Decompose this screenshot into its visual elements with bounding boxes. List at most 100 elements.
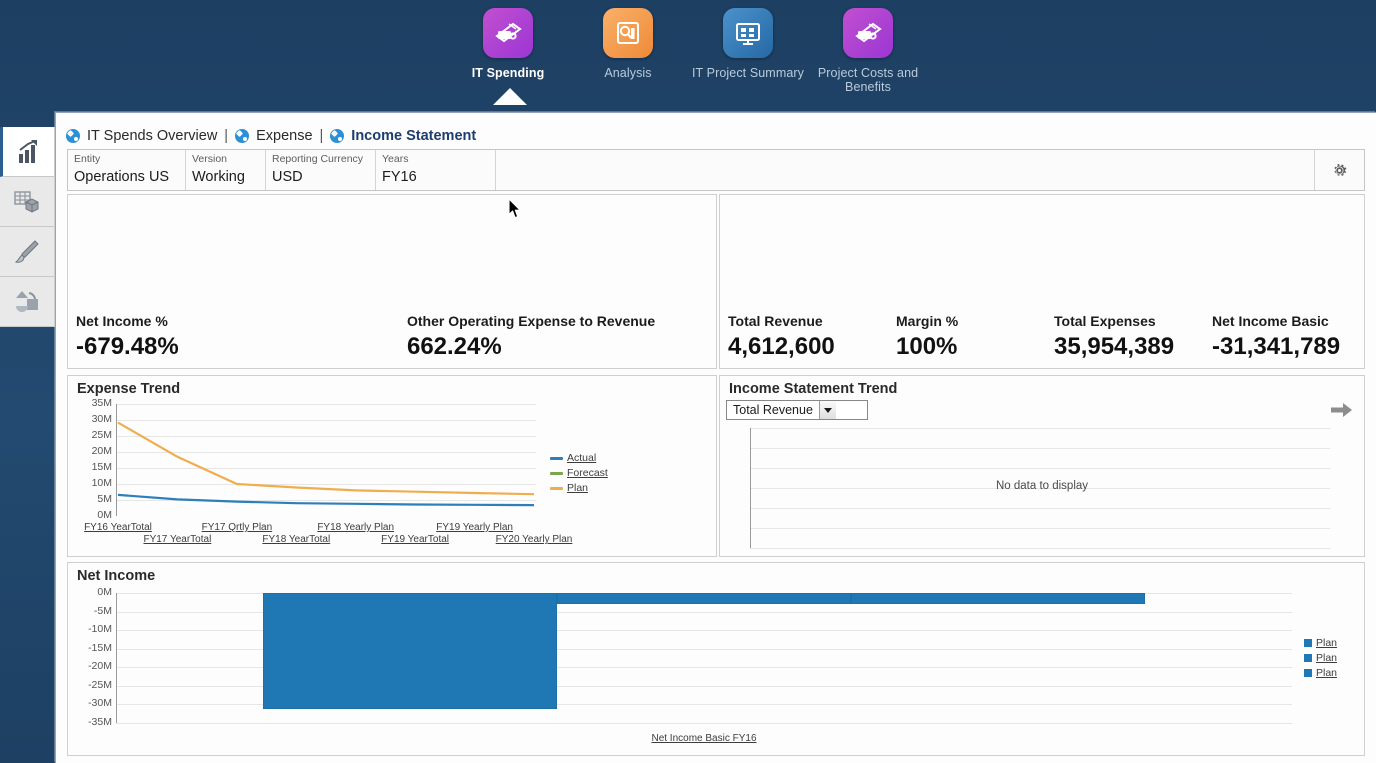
data-cube-icon[interactable] bbox=[0, 177, 55, 227]
left-toolbar bbox=[0, 127, 55, 327]
kpi-title: Net Income Basic bbox=[1212, 312, 1364, 330]
kpi-title: Total Revenue bbox=[728, 312, 896, 330]
pov-field-version[interactable]: Version Working bbox=[186, 150, 266, 190]
kpi-value: 35,954,389 bbox=[1054, 330, 1212, 364]
measure-select-value: Total Revenue bbox=[727, 401, 819, 419]
x-axis-tick-label[interactable]: FY19 Yearly Plan bbox=[429, 522, 521, 533]
pov-label: Years bbox=[382, 153, 487, 166]
pov-value: Working bbox=[192, 167, 257, 187]
breadcrumb-separator: | bbox=[320, 128, 324, 144]
x-axis-tick-label[interactable]: FY17 YearTotal bbox=[131, 534, 223, 545]
x-axis-label[interactable]: Net Income Basic FY16 bbox=[116, 733, 1292, 744]
y-axis-tick-label: 10M bbox=[72, 478, 112, 489]
y-axis-tick-label: 25M bbox=[72, 430, 112, 441]
bar-0[interactable] bbox=[263, 593, 557, 709]
y-axis-tick-label: 5M bbox=[72, 494, 112, 505]
kpi-tile-right: Total Revenue 4,612,600 Margin % 100% To… bbox=[719, 194, 1365, 369]
legend-item-0[interactable]: Plan bbox=[1304, 637, 1337, 649]
pov-value: FY16 bbox=[382, 167, 487, 187]
kpi-net-income-basic[interactable]: Net Income Basic -31,341,789 bbox=[1212, 312, 1364, 364]
y-axis-tick-label: -25M bbox=[72, 680, 112, 691]
pov-value: Operations US bbox=[74, 167, 177, 187]
panel-title: Net Income bbox=[77, 568, 155, 584]
chevron-down-icon[interactable] bbox=[819, 401, 836, 419]
gridline bbox=[116, 468, 536, 469]
nav-item-it-project-summary[interactable]: IT Project Summary bbox=[688, 8, 808, 80]
legend-item-actual[interactable]: Actual bbox=[550, 452, 608, 464]
breadcrumb-separator: | bbox=[224, 128, 228, 144]
shapes-icon[interactable] bbox=[0, 277, 55, 327]
pie-chart-icon bbox=[66, 129, 80, 143]
bar-2[interactable] bbox=[851, 593, 1145, 604]
nav-item-it-spending[interactable]: IT Spending bbox=[448, 8, 568, 80]
kpi-net-income-pct[interactable]: Net Income % -679.48% bbox=[68, 312, 407, 364]
y-axis-tick-label: -35M bbox=[72, 717, 112, 728]
gridline bbox=[750, 428, 1330, 429]
legend-label: Actual bbox=[567, 452, 596, 464]
chart-magnifier-icon bbox=[603, 8, 653, 58]
breadcrumb-item-expense[interactable]: Expense bbox=[256, 128, 312, 144]
kpi-value: 662.24% bbox=[407, 330, 716, 364]
analytics-icon[interactable] bbox=[0, 127, 55, 177]
nav-item-analysis[interactable]: Analysis bbox=[568, 8, 688, 80]
legend-swatch bbox=[1304, 669, 1312, 677]
nav-label: IT Project Summary bbox=[692, 66, 804, 80]
nav-label: IT Spending bbox=[472, 66, 545, 80]
y-axis-tick-label: -5M bbox=[72, 606, 112, 617]
income-statement-trend-panel: Income Statement Trend Total Revenue No … bbox=[719, 375, 1365, 557]
y-axis-tick-label: -10M bbox=[72, 624, 112, 635]
bar-1[interactable] bbox=[557, 593, 851, 604]
legend-label: Plan bbox=[1316, 667, 1337, 679]
pov-field-reporting-currency[interactable]: Reporting Currency USD bbox=[266, 150, 376, 190]
gear-icon[interactable] bbox=[1314, 150, 1364, 190]
pov-label: Entity bbox=[74, 153, 177, 166]
pov-field-entity[interactable]: Entity Operations US bbox=[68, 150, 186, 190]
x-axis-tick-label[interactable]: FY17 Qrtly Plan bbox=[191, 522, 283, 533]
gridline bbox=[750, 508, 1330, 509]
nav-item-project-costs-and-benefits[interactable]: Project Costs and Benefits bbox=[808, 8, 928, 94]
kpi-value: -679.48% bbox=[76, 330, 407, 364]
y-axis-tick-label: 35M bbox=[72, 398, 112, 409]
measure-select[interactable]: Total Revenue bbox=[726, 400, 868, 420]
x-axis-tick-label[interactable]: FY19 YearTotal bbox=[369, 534, 461, 545]
active-tab-pointer bbox=[493, 88, 527, 105]
pov-field-years[interactable]: Years FY16 bbox=[376, 150, 496, 190]
gridline bbox=[750, 528, 1330, 529]
kpi-other-operating-expense-to-revenue[interactable]: Other Operating Expense to Revenue 662.2… bbox=[407, 312, 716, 364]
kpi-total-revenue[interactable]: Total Revenue 4,612,600 bbox=[720, 312, 896, 364]
y-axis-tick-label: -20M bbox=[72, 661, 112, 672]
pov-label: Reporting Currency bbox=[272, 153, 367, 166]
kpi-margin-pct[interactable]: Margin % 100% bbox=[896, 312, 1054, 364]
legend-item-1[interactable]: Plan bbox=[1304, 652, 1337, 664]
gridline bbox=[116, 436, 536, 437]
legend-swatch bbox=[1304, 654, 1312, 662]
kpi-total-expenses[interactable]: Total Expenses 35,954,389 bbox=[1054, 312, 1212, 364]
pie-chart-icon bbox=[235, 129, 249, 143]
x-axis-tick-label[interactable]: FY20 Yearly Plan bbox=[488, 534, 580, 545]
kpi-value: -31,341,789 bbox=[1212, 330, 1364, 364]
net-income-legend: Plan Plan Plan bbox=[1304, 637, 1337, 679]
y-axis-tick-label: 30M bbox=[72, 414, 112, 425]
brush-icon[interactable] bbox=[0, 227, 55, 277]
x-axis-tick-label[interactable]: FY18 Yearly Plan bbox=[310, 522, 402, 533]
breadcrumb: IT Spends Overview | Expense | Income St… bbox=[66, 128, 476, 144]
x-axis-tick-label[interactable]: FY16 YearTotal bbox=[72, 522, 164, 533]
next-arrow-icon[interactable] bbox=[1331, 402, 1353, 423]
breadcrumb-item-it-spends-overview[interactable]: IT Spends Overview bbox=[87, 128, 217, 144]
top-navigation: IT Spending Analysis IT Project bbox=[0, 0, 1376, 110]
x-axis-tick-label[interactable]: FY18 YearTotal bbox=[250, 534, 342, 545]
nav-label: Analysis bbox=[604, 66, 651, 80]
kpi-row: Total Revenue 4,612,600 Margin % 100% To… bbox=[720, 312, 1364, 364]
legend-item-plan[interactable]: Plan bbox=[550, 482, 608, 494]
card-swipe-icon bbox=[483, 8, 533, 58]
dashboard-window: IT Spends Overview | Expense | Income St… bbox=[55, 112, 1376, 763]
legend-item-2[interactable]: Plan bbox=[1304, 667, 1337, 679]
pov-spacer bbox=[496, 150, 1314, 190]
y-axis-line bbox=[116, 593, 117, 723]
legend-item-forecast[interactable]: Forecast bbox=[550, 467, 608, 479]
monitor-grid-icon bbox=[723, 8, 773, 58]
kpi-title: Margin % bbox=[896, 312, 1054, 330]
legend-label: Plan bbox=[1316, 637, 1337, 649]
gridline bbox=[116, 404, 536, 405]
y-axis-tick-label: -15M bbox=[72, 643, 112, 654]
